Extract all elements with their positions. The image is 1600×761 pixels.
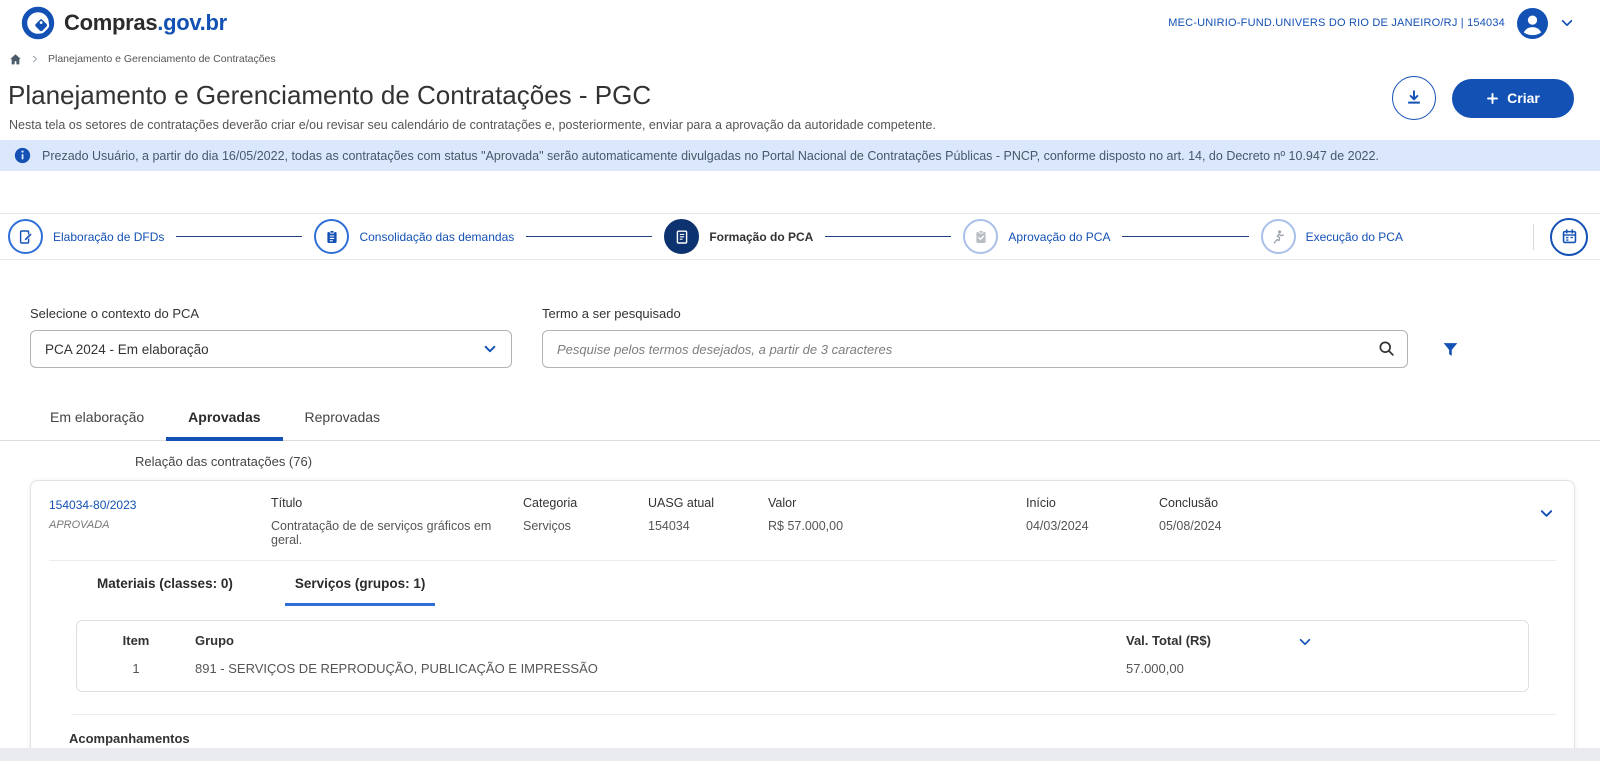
pca-context-group: Selecione o contexto do PCA PCA 2024 - E…: [30, 306, 512, 368]
document-icon: [664, 219, 699, 254]
contract-status-badge: APROVADA: [49, 519, 271, 531]
step-execucao-pca[interactable]: Execução do PCA: [1261, 219, 1403, 254]
calendar-icon: [1561, 228, 1578, 245]
step-connector: [526, 236, 652, 237]
tab-aprovadas[interactable]: Aprovadas: [166, 399, 282, 441]
items-tabs: Materiais (classes: 0) Serviços (grupos:…: [87, 576, 1574, 606]
calendar-button[interactable]: [1550, 218, 1588, 256]
field-conclusao: Conclusão 05/08/2024: [1159, 496, 1539, 533]
field-valor: Valor R$ 57.000,00: [768, 496, 1026, 533]
page-bottom-strip: [0, 748, 1600, 761]
stepper-divider: [1533, 224, 1534, 250]
cell-val-total: 57.000,00: [1126, 649, 1298, 676]
pca-context-value: PCA 2024 - Em elaboração: [45, 342, 209, 357]
user-menu-chevron-icon[interactable]: [1560, 16, 1574, 30]
create-button[interactable]: Criar: [1452, 79, 1574, 118]
col-grupo-header: Grupo: [195, 633, 1126, 648]
page-subtitle: Nesta tela os setores de contratações de…: [9, 118, 1600, 132]
step-connector: [825, 236, 951, 237]
cell-item: 1: [77, 649, 195, 676]
table-collapse-chevron-icon[interactable]: [1298, 633, 1528, 649]
info-banner: Prezado Usuário, a partir do dia 16/05/2…: [0, 140, 1600, 171]
field-uasg-atual: UASG atual 154034: [648, 496, 768, 533]
step-connector: [1122, 236, 1248, 237]
runner-icon: [1261, 219, 1296, 254]
contract-id-link[interactable]: 154034-80/2023: [49, 498, 271, 512]
search-term-group: Termo a ser pesquisado: [542, 306, 1408, 368]
step-elaboracao-dfds[interactable]: Elaboração de DFDs: [8, 219, 164, 254]
step-formacao-pca[interactable]: Formação do PCA: [664, 219, 813, 254]
step-aprovacao-pca[interactable]: Aprovação do PCA: [963, 219, 1110, 254]
search-input[interactable]: [542, 330, 1408, 368]
items-table-header: Item Grupo Val. Total (R$): [77, 633, 1528, 649]
filters-row: Selecione o contexto do PCA PCA 2024 - E…: [30, 306, 1600, 368]
user-avatar-icon[interactable]: [1517, 8, 1548, 39]
search-icon[interactable]: [1378, 340, 1395, 357]
step-consolidacao-demandas[interactable]: Consolidação das demandas: [314, 219, 514, 254]
contract-card: 154034-80/2023 APROVADA Título Contrataç…: [30, 480, 1575, 761]
breadcrumb: Planejamento e Gerenciamento de Contrata…: [0, 46, 1600, 72]
plus-icon: [1486, 92, 1499, 105]
tab-em-elaboracao[interactable]: Em elaboração: [28, 399, 166, 441]
tab-materiais[interactable]: Materiais (classes: 0): [87, 576, 243, 606]
pca-stepper: Elaboração de DFDs Consolidação das dema…: [0, 213, 1600, 260]
home-icon[interactable]: [9, 53, 22, 66]
page-title: Planejamento e Gerenciamento de Contrata…: [8, 80, 1600, 111]
title-actions: Criar: [1392, 76, 1574, 120]
select-chevron-down-icon: [483, 342, 497, 356]
info-icon: [14, 147, 31, 164]
status-tabs: Em elaboração Aprovadas Reprovadas: [0, 399, 1600, 441]
contract-collapse-chevron-icon[interactable]: [1539, 506, 1554, 521]
step-connector: [176, 236, 302, 237]
download-icon: [1405, 89, 1423, 107]
banner-text: Prezado Usuário, a partir do dia 16/05/2…: [42, 149, 1379, 163]
compras-logo-icon: [20, 5, 56, 41]
breadcrumb-separator-icon: [31, 55, 39, 63]
user-menu[interactable]: MEC-UNIRIO-FUND.UNIVERS DO RIO DE JANEIR…: [1168, 8, 1574, 39]
clipboard-icon: [314, 219, 349, 254]
list-header: Relação das contratações (76): [135, 454, 1600, 469]
logo-text: Compras.gov.br: [64, 10, 227, 36]
top-bar: Compras.gov.br MEC-UNIRIO-FUND.UNIVERS D…: [0, 0, 1600, 46]
download-button[interactable]: [1392, 76, 1436, 120]
compras-gov-logo[interactable]: Compras.gov.br: [20, 5, 227, 41]
cell-grupo: 891 - SERVIÇOS DE REPRODUÇÃO, PUBLICAÇÃO…: [195, 649, 1126, 676]
clipboard-check-icon: [963, 219, 998, 254]
create-button-label: Criar: [1507, 90, 1540, 106]
card-divider: [49, 560, 1556, 561]
table-row: 1 891 - SERVIÇOS DE REPRODUÇÃO, PUBLICAÇ…: [77, 649, 1528, 676]
col-val-total-header: Val. Total (R$): [1126, 633, 1298, 648]
field-titulo: Título Contratação de de serviços gráfic…: [271, 496, 523, 547]
pca-context-select[interactable]: PCA 2024 - Em elaboração: [30, 330, 512, 368]
org-name: MEC-UNIRIO-FUND.UNIVERS DO RIO DE JANEIR…: [1168, 17, 1505, 29]
items-table: Item Grupo Val. Total (R$) 1 891 - SERVI…: [76, 620, 1529, 692]
field-inicio: Início 04/03/2024: [1026, 496, 1159, 533]
field-categoria: Categoria Serviços: [523, 496, 648, 533]
breadcrumb-item: Planejamento e Gerenciamento de Contrata…: [48, 53, 276, 65]
edit-document-icon: [8, 219, 43, 254]
pca-context-label: Selecione o contexto do PCA: [30, 306, 512, 321]
col-item-header: Item: [77, 633, 195, 648]
tab-servicos[interactable]: Serviços (grupos: 1): [285, 576, 436, 606]
tab-reprovadas[interactable]: Reprovadas: [283, 399, 403, 441]
contract-summary-row: 154034-80/2023 APROVADA Título Contrataç…: [31, 481, 1574, 560]
search-term-label: Termo a ser pesquisado: [542, 306, 1408, 321]
filter-funnel-icon[interactable]: [1442, 341, 1459, 358]
title-section: Planejamento e Gerenciamento de Contrata…: [0, 72, 1600, 132]
